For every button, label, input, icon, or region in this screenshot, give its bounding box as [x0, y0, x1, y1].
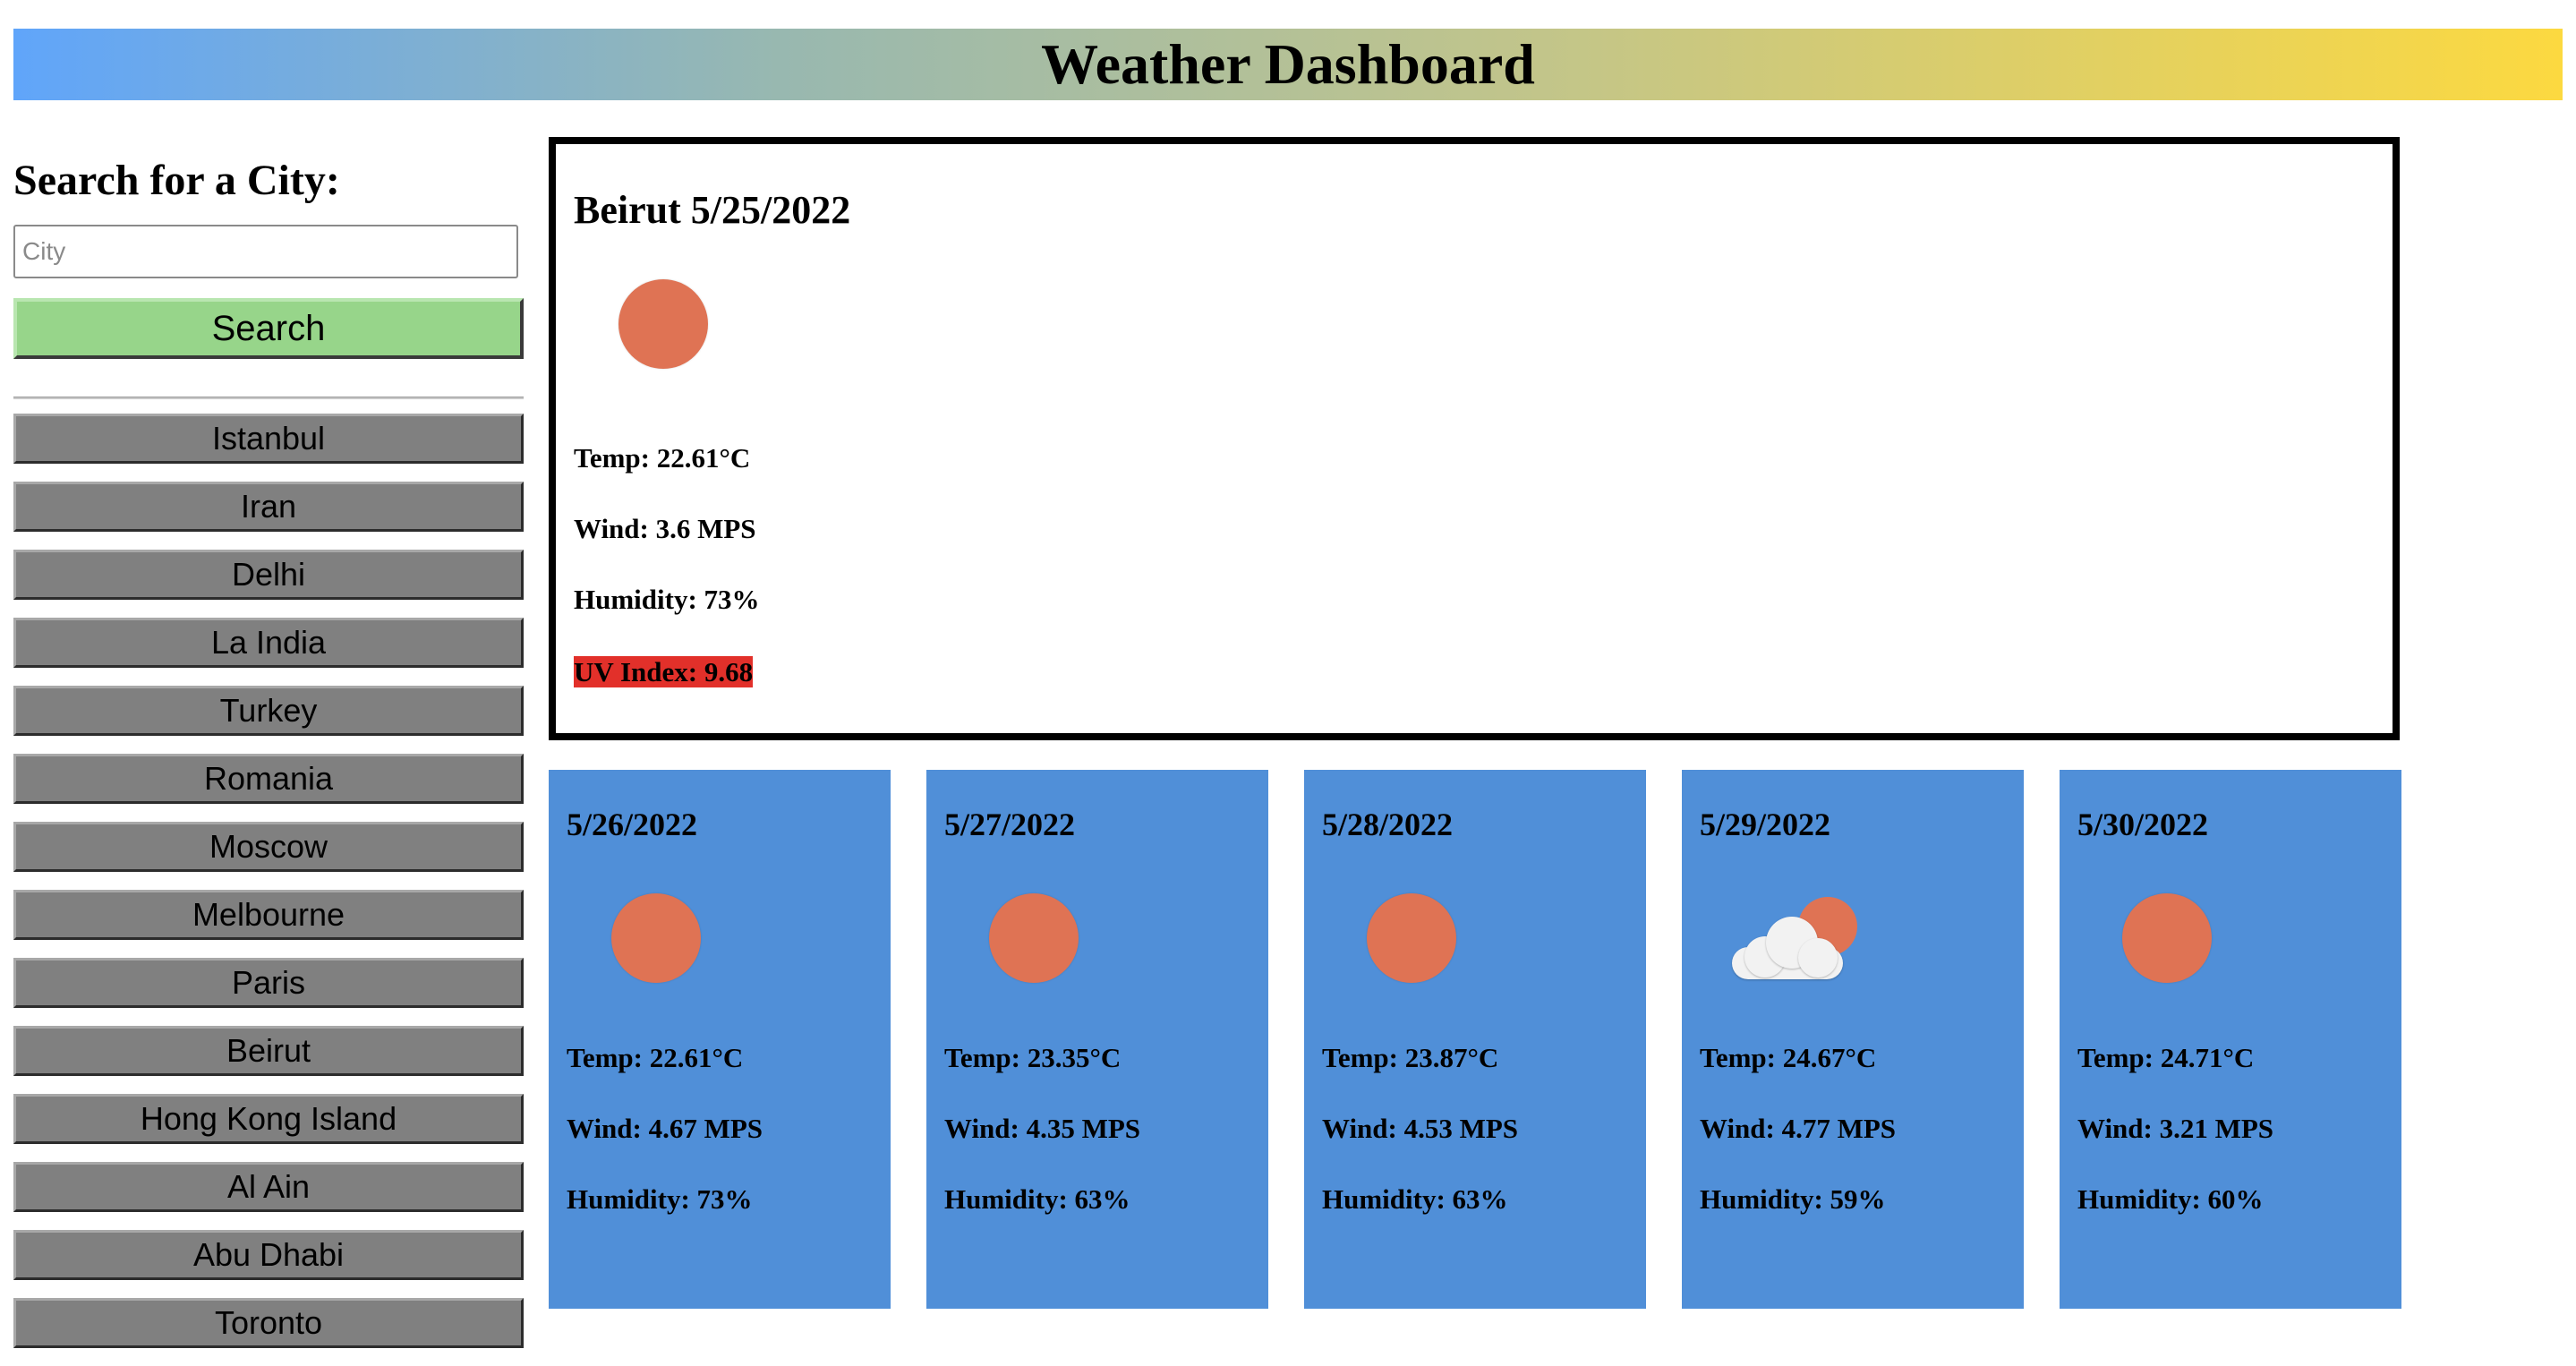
- header-bar: Weather Dashboard: [13, 29, 2563, 100]
- cloud-sun-icon: [1700, 849, 1879, 1028]
- current-weather-card: Beirut 5/25/2022 Temp: 22.61°C Wind: 3.6…: [549, 137, 2400, 740]
- history-city-button[interactable]: Iran: [13, 482, 524, 532]
- forecast-wind: Wind: 4.77 MPS: [1700, 1113, 1897, 1144]
- forecast-card: 5/30/2022 Temp: 24.71°C Wind: 3.21 MPS H…: [2060, 770, 2401, 1309]
- history-city-button[interactable]: Paris: [13, 958, 524, 1008]
- forecast-wind: Wind: 3.21 MPS: [2077, 1113, 2274, 1144]
- forecast-date: 5/29/2022: [1700, 807, 1831, 842]
- sidebar: Search for a City: Search Istanbul Iran …: [13, 143, 524, 1366]
- forecast-humidity: Humidity: 73%: [567, 1183, 753, 1215]
- page-title: Weather Dashboard: [1041, 32, 1535, 96]
- forecast-temp: Temp: 24.67°C: [1700, 1042, 1877, 1073]
- forecast-temp: Temp: 24.71°C: [2077, 1042, 2255, 1073]
- history-city-button[interactable]: Melbourne: [13, 890, 524, 940]
- forecast-wind: Wind: 4.53 MPS: [1322, 1113, 1519, 1144]
- forecast-temp: Temp: 23.87°C: [1322, 1042, 1499, 1073]
- current-temp: Temp: 22.61°C: [574, 442, 751, 474]
- sun-icon: [574, 235, 753, 414]
- history-city-button[interactable]: Turkey: [13, 686, 524, 736]
- current-city-date: Beirut 5/25/2022: [574, 188, 851, 232]
- forecast-wind: Wind: 4.35 MPS: [944, 1113, 1141, 1144]
- history-city-button[interactable]: La India: [13, 618, 524, 668]
- forecast-wind: Wind: 4.67 MPS: [567, 1113, 763, 1144]
- current-wind: Wind: 3.6 MPS: [574, 513, 756, 544]
- forecast-date: 5/27/2022: [944, 807, 1076, 842]
- forecast-humidity: Humidity: 63%: [944, 1183, 1130, 1215]
- history-city-button[interactable]: Hong Kong Island: [13, 1094, 524, 1144]
- sidebar-divider: [13, 397, 524, 399]
- history-city-button[interactable]: Istanbul: [13, 414, 524, 464]
- uv-index-badge: UV Index: 9.68: [574, 656, 754, 687]
- forecast-date: 5/26/2022: [567, 807, 698, 842]
- history-city-button[interactable]: Beirut: [13, 1026, 524, 1076]
- history-city-button[interactable]: Toronto: [13, 1298, 524, 1348]
- history-city-button[interactable]: Moscow: [13, 822, 524, 872]
- sun-icon: [944, 849, 1123, 1028]
- forecast-card: 5/29/2022 Temp: 24.67°C Wind: 4.77 MPS H…: [1682, 770, 2024, 1309]
- history-city-button[interactable]: Abu Dhabi: [13, 1230, 524, 1280]
- forecast-temp: Temp: 22.61°C: [567, 1042, 744, 1073]
- city-search-input[interactable]: [13, 225, 518, 278]
- forecast-humidity: Humidity: 60%: [2077, 1183, 2264, 1215]
- sun-icon: [2077, 849, 2256, 1028]
- forecast-temp: Temp: 23.35°C: [944, 1042, 1122, 1073]
- history-city-button[interactable]: Romania: [13, 754, 524, 804]
- history-city-button[interactable]: Al Ain: [13, 1162, 524, 1212]
- search-button[interactable]: Search: [13, 298, 524, 359]
- forecast-humidity: Humidity: 63%: [1322, 1183, 1508, 1215]
- current-humidity: Humidity: 73%: [574, 584, 760, 615]
- forecast-date: 5/28/2022: [1322, 807, 1454, 842]
- search-heading: Search for a City:: [13, 157, 340, 204]
- forecast-card: 5/27/2022 Temp: 23.35°C Wind: 4.35 MPS H…: [926, 770, 1268, 1309]
- forecast-date: 5/30/2022: [2077, 807, 2209, 842]
- sun-icon: [567, 849, 746, 1028]
- sun-icon: [1322, 849, 1501, 1028]
- forecast-card: 5/26/2022 Temp: 22.61°C Wind: 4.67 MPS H…: [549, 770, 891, 1309]
- forecast-card: 5/28/2022 Temp: 23.87°C Wind: 4.53 MPS H…: [1304, 770, 1646, 1309]
- forecast-humidity: Humidity: 59%: [1700, 1183, 1886, 1215]
- search-history-list: Istanbul Iran Delhi La India Turkey Roma…: [13, 414, 524, 1348]
- history-city-button[interactable]: Delhi: [13, 550, 524, 600]
